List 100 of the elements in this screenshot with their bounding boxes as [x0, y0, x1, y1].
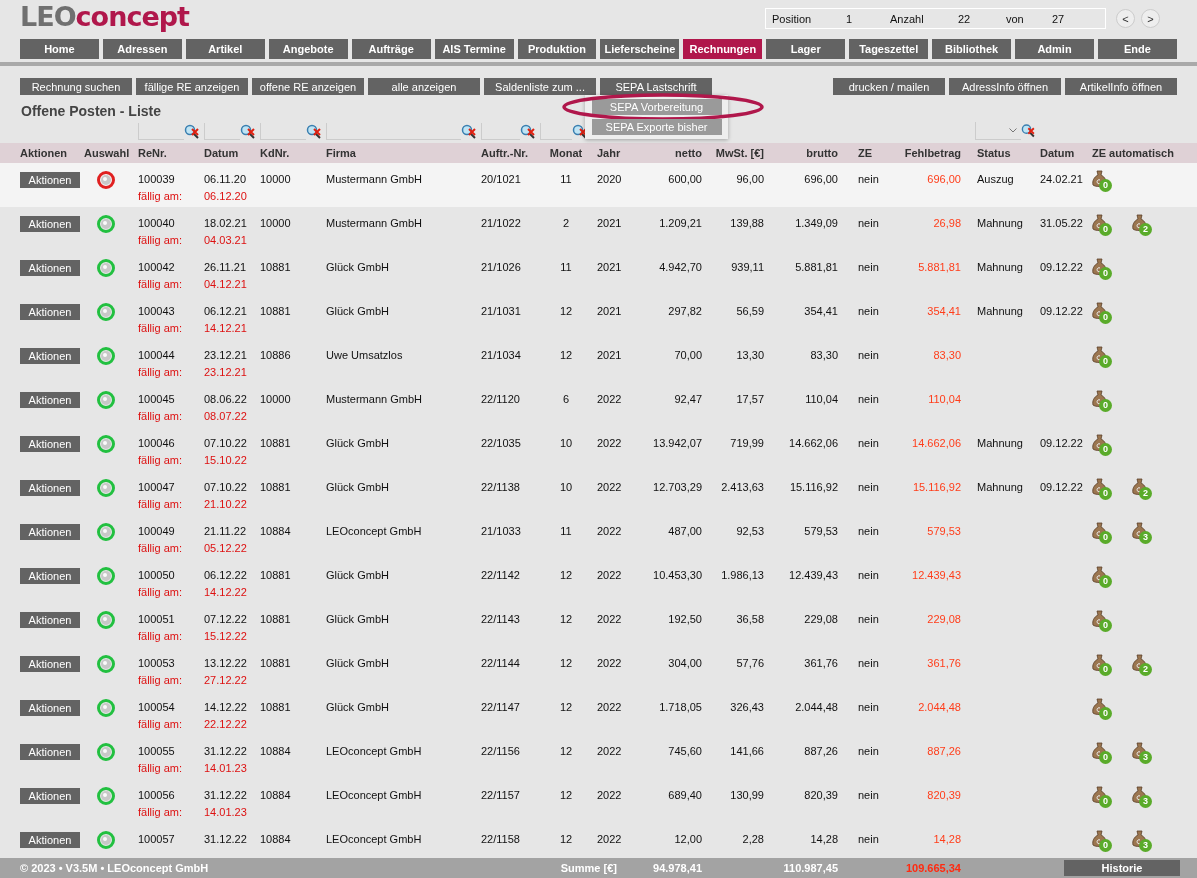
- filter-field[interactable]: [540, 123, 572, 140]
- nav-tab[interactable]: Bibliothek: [932, 39, 1012, 59]
- actions-button[interactable]: Aktionen: [20, 568, 80, 584]
- column-header[interactable]: KdNr.: [260, 147, 326, 159]
- toolbar-button[interactable]: Rechnung suchen: [20, 78, 132, 95]
- table-cell: 13,30: [736, 349, 764, 362]
- column-header[interactable]: Status: [961, 147, 1040, 159]
- table-cell: 2: [562, 217, 570, 230]
- due-label: fällig am:: [138, 322, 183, 335]
- column-header[interactable]: Auswahl: [84, 147, 138, 159]
- actions-button[interactable]: Aktionen: [20, 832, 80, 848]
- table-cell: 23.12.21: [204, 349, 247, 362]
- toolbar-button[interactable]: AdressInfo öffnen: [949, 78, 1061, 95]
- column-header[interactable]: Fehlbetrag: [900, 147, 961, 159]
- search-clear-icon[interactable]: [461, 123, 477, 140]
- column-header[interactable]: ZE automatisch: [1092, 147, 1197, 159]
- actions-button[interactable]: Aktionen: [20, 700, 80, 716]
- column-header[interactable]: ReNr.: [138, 147, 204, 159]
- toolbar-button[interactable]: SEPA Lastschrift: [600, 78, 712, 95]
- actions-button[interactable]: Aktionen: [20, 788, 80, 804]
- table-cell: 100055: [138, 745, 175, 758]
- history-button[interactable]: Historie: [1064, 860, 1180, 876]
- actions-button[interactable]: Aktionen: [20, 392, 80, 408]
- due-date: 06.12.20: [204, 190, 247, 203]
- nav-tab[interactable]: AIS Termine: [434, 39, 514, 59]
- nav-tab[interactable]: Admin: [1015, 39, 1094, 59]
- actions-button[interactable]: Aktionen: [20, 436, 80, 452]
- actions-button[interactable]: Aktionen: [20, 172, 80, 188]
- table-cell: 887,26: [804, 745, 838, 758]
- table-cell: 96,00: [736, 173, 764, 186]
- count-badge: 0: [1099, 179, 1112, 192]
- search-clear-icon[interactable]: [240, 123, 256, 140]
- pager-button[interactable]: >: [1141, 9, 1160, 28]
- search-clear-icon[interactable]: [572, 123, 588, 140]
- actions-button[interactable]: Aktionen: [20, 480, 80, 496]
- filter-field[interactable]: [260, 123, 306, 140]
- actions-button[interactable]: Aktionen: [20, 612, 80, 628]
- nav-tab[interactable]: Tageszettel: [849, 39, 929, 59]
- actions-button[interactable]: Aktionen: [20, 656, 80, 672]
- nav-tab[interactable]: Artikel: [185, 39, 265, 59]
- toolbar-button[interactable]: offene RE anzeigen: [252, 78, 364, 95]
- column-header[interactable]: Datum: [1040, 147, 1092, 159]
- column-header[interactable]: Firma: [326, 147, 481, 159]
- column-header[interactable]: Jahr: [592, 147, 640, 159]
- search-clear-icon[interactable]: [306, 123, 322, 140]
- table-cell: 100054: [138, 701, 175, 714]
- table-cell: 12: [559, 305, 573, 318]
- pager-button[interactable]: <: [1116, 9, 1135, 28]
- table-cell: nein: [858, 217, 879, 230]
- table-cell: 83,30: [933, 349, 961, 362]
- position-label: Position: [772, 12, 813, 25]
- actions-button[interactable]: Aktionen: [20, 524, 80, 540]
- actions-button[interactable]: Aktionen: [20, 260, 80, 276]
- actions-button[interactable]: Aktionen: [20, 304, 80, 320]
- actions-button[interactable]: Aktionen: [20, 744, 80, 760]
- nav-tab[interactable]: Rechnungen: [683, 39, 763, 59]
- column-header[interactable]: netto: [640, 147, 702, 159]
- table-row[interactable]: Aktionen 100039 fällig am: 06.11.20 06.12.20 10000 Mustermann GmbH 20/1021 11 2020 600,00 96,00 696,00 nein 696,00 Auszug 24.02.21 0: [0, 163, 1197, 207]
- column-header[interactable]: Aktionen: [20, 147, 84, 159]
- status-ring-icon[interactable]: [97, 171, 115, 189]
- column-header[interactable]: MwSt. [€]: [702, 147, 764, 159]
- nav-tab[interactable]: Home: [20, 39, 99, 59]
- count-badge: 0: [1099, 443, 1112, 456]
- table-cell: 10884: [260, 789, 291, 802]
- table-cell: 2022: [597, 657, 622, 670]
- search-clear-icon[interactable]: [184, 123, 200, 140]
- nav-tab[interactable]: Adressen: [102, 39, 182, 59]
- due-date: 08.07.22: [204, 410, 247, 423]
- column-header[interactable]: ZE: [838, 147, 900, 159]
- toolbar-button[interactable]: fällige RE anzeigen: [136, 78, 248, 95]
- column-header[interactable]: Datum: [204, 147, 260, 159]
- nav-tab[interactable]: Aufträge: [351, 39, 431, 59]
- nav-tab[interactable]: Ende: [1098, 39, 1177, 59]
- due-label: fällig am:: [138, 190, 183, 203]
- nav-tab[interactable]: Angebote: [268, 39, 348, 59]
- toolbar-button[interactable]: alle anzeigen: [368, 78, 480, 95]
- table-cell: 22/1158: [481, 833, 520, 846]
- filter-field[interactable]: [481, 123, 520, 140]
- nav-tab[interactable]: Lager: [766, 39, 846, 59]
- table-cell: 304,00: [668, 657, 702, 670]
- toolbar-button[interactable]: ArtikelInfo öffnen: [1065, 78, 1177, 95]
- toolbar-button[interactable]: drucken / mailen: [833, 78, 945, 95]
- search-clear-icon[interactable]: [520, 123, 536, 140]
- actions-button[interactable]: Aktionen: [20, 348, 80, 364]
- nav-tab[interactable]: Lieferscheine: [600, 39, 680, 59]
- nav-tab[interactable]: Produktion: [517, 39, 597, 59]
- table-cell: Mustermann GmbH: [326, 393, 422, 406]
- filter-field[interactable]: [326, 123, 461, 140]
- filter-field[interactable]: [204, 123, 240, 140]
- column-header[interactable]: brutto: [764, 147, 838, 159]
- table-cell: 21/1026: [481, 261, 521, 274]
- count-badge: 0: [1099, 751, 1112, 764]
- table-cell: 11: [560, 261, 572, 274]
- actions-button[interactable]: Aktionen: [20, 216, 80, 232]
- column-header[interactable]: Monat: [540, 147, 592, 159]
- search-clear-icon[interactable]: [1021, 123, 1036, 139]
- filter-field[interactable]: [138, 123, 184, 140]
- due-label: fällig am:: [138, 630, 183, 643]
- column-header[interactable]: Auftr.-Nr.: [481, 147, 540, 159]
- toolbar-button[interactable]: Saldenliste zum ...: [484, 78, 596, 95]
